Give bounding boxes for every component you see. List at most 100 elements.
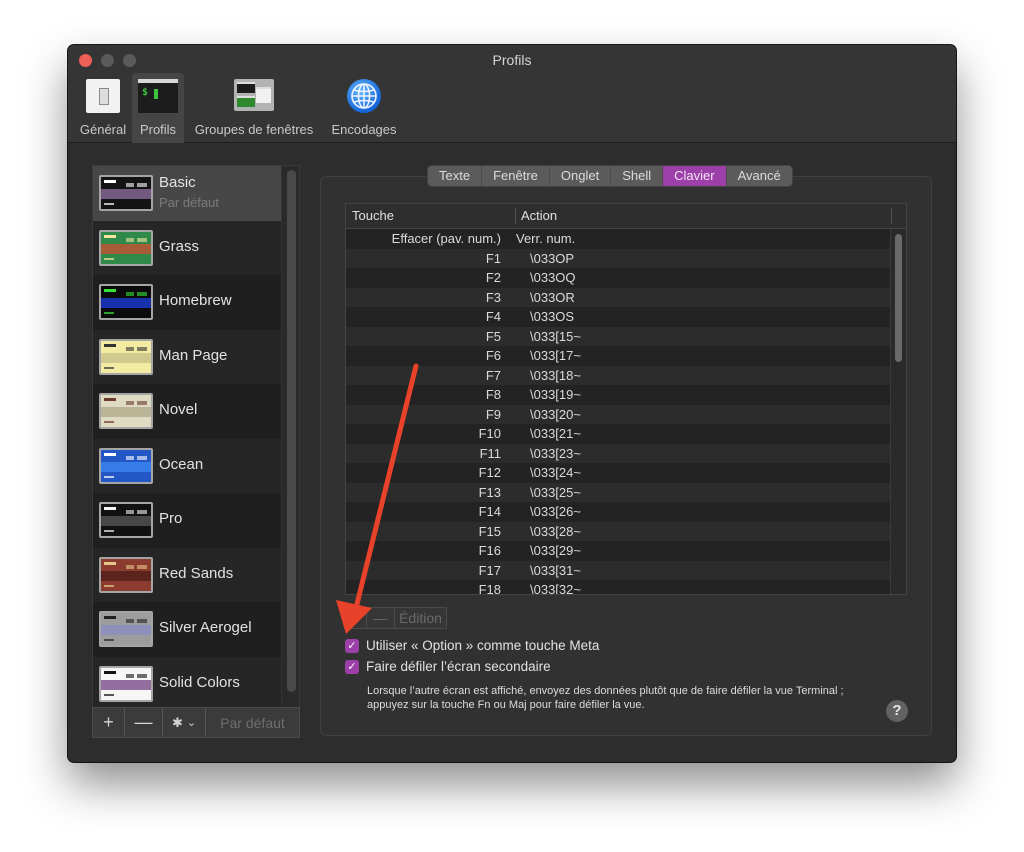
tab-clavier[interactable]: Clavier (663, 166, 727, 186)
table-header: Touche Action (346, 204, 906, 229)
scroll-alternate-row[interactable]: ✓ Faire défiler l’écran secondaire (345, 659, 551, 674)
table-row[interactable]: F9 \033[20~ (346, 404, 890, 424)
key-cell: F6 (485, 348, 501, 363)
help-button[interactable]: ? (886, 700, 908, 722)
table-row[interactable]: F10 \033[21~ (346, 424, 890, 444)
tab-shell[interactable]: Shell (611, 166, 664, 186)
table-row[interactable]: F15 \033[28~ (346, 521, 890, 541)
table-row[interactable]: Effacer (pav. num.) Verr. num. (346, 229, 890, 249)
table-row[interactable]: F11 \033[23~ (346, 443, 890, 463)
key-mapping-table[interactable]: Touche Action Effacer (pav. num.) Verr. n… (345, 203, 907, 595)
profile-name: Red Sands (159, 564, 234, 582)
profile-name: Basic (159, 174, 196, 191)
option-as-meta-checkbox[interactable]: ✓ (345, 638, 359, 653)
table-row[interactable]: F6 \033[17~ (346, 346, 890, 366)
profile-item[interactable]: Grass (93, 220, 281, 275)
tab-fenetre[interactable]: Fenêtre (482, 166, 550, 186)
profile-item[interactable]: Solid Colors (93, 656, 281, 711)
key-cell: F4 (485, 309, 501, 324)
table-row[interactable]: F17 \033[31~ (346, 560, 890, 580)
profile-default-label: Par défaut (159, 195, 219, 210)
key-cell: F10 (478, 426, 501, 441)
tab-texte[interactable]: Texte (428, 166, 483, 186)
table-row[interactable]: F1 \033OP (346, 248, 890, 268)
table-row[interactable]: F12 \033[24~ (346, 463, 890, 483)
table-row[interactable]: F14 \033[26~ (346, 502, 890, 522)
table-row[interactable]: F16 \033[29~ (346, 541, 890, 561)
profile-item[interactable]: Ocean (93, 438, 281, 493)
table-row[interactable]: F18 \033[32~ (346, 580, 890, 595)
table-row[interactable]: F7 \033[18~ (346, 365, 890, 385)
toolbar-general[interactable]: Général (76, 73, 130, 143)
option-as-meta-row[interactable]: ✓ Utiliser « Option » comme touche Meta (345, 638, 599, 653)
key-cell: F9 (485, 406, 501, 422)
profile-list-scroll-track[interactable] (281, 166, 299, 714)
chevron-down-icon: ⌄ (186, 717, 197, 729)
remove-profile-button[interactable]: — (125, 708, 163, 737)
profile-item[interactable]: Novel (93, 384, 281, 439)
key-cell: F7 (485, 367, 501, 383)
scroll-alternate-checkbox[interactable]: ✓ (345, 659, 359, 674)
profile-item[interactable]: Homebrew (93, 275, 281, 330)
toolbar-encodings[interactable]: Encodages (327, 73, 401, 143)
key-cell: F13 (478, 484, 501, 500)
table-row[interactable]: F3 \033OR (346, 287, 890, 307)
action-cell: \033OP (530, 250, 575, 266)
window-title: Profils (492, 52, 532, 68)
table-row[interactable]: F13 \033[25~ (346, 482, 890, 502)
profile-list[interactable]: Basic Par défaut Grass Homebrew Man Page Nove… (92, 165, 300, 715)
profile-name: Man Page (159, 346, 228, 364)
table-row[interactable]: F8 \033[19~ (346, 385, 890, 405)
profile-item[interactable]: Basic Par défaut (93, 166, 281, 221)
profile-name: Grass (159, 237, 200, 255)
gear-menu-button[interactable]: ✱ ⌄ (163, 708, 206, 737)
profile-item[interactable]: Silver Aerogel (93, 602, 281, 657)
profile-item[interactable]: Red Sands (93, 547, 281, 602)
edit-key-button[interactable]: Édition (395, 607, 447, 629)
key-cell: F1 (485, 250, 501, 266)
key-cell: F14 (478, 504, 501, 519)
toolbar-window-groups-label: Groupes de fenêtres (194, 122, 314, 137)
column-header-key[interactable]: Touche (352, 208, 394, 223)
add-key-button[interactable]: + (345, 607, 367, 629)
toolbar-encodings-label: Encodages (331, 122, 397, 137)
profile-name: Solid Colors (159, 673, 240, 691)
remove-key-button[interactable]: — (367, 607, 395, 629)
key-cell: F15 (478, 523, 501, 539)
option-as-meta-label[interactable]: Utiliser « Option » comme touche Meta (366, 638, 599, 653)
action-cell: \033[15~ (530, 328, 581, 344)
set-default-button[interactable]: Par défaut (206, 708, 299, 737)
key-cell: F5 (485, 328, 501, 344)
tab-onglet[interactable]: Onglet (550, 166, 612, 186)
window-groups-icon (234, 79, 274, 111)
key-cell: F16 (478, 543, 501, 558)
action-cell: \033[25~ (530, 484, 581, 500)
profile-thumbnail (99, 447, 153, 484)
add-profile-button[interactable]: + (93, 708, 125, 737)
action-cell: \033[26~ (530, 504, 581, 519)
checkmark-icon: ✓ (347, 639, 357, 652)
action-cell: \033[17~ (530, 348, 581, 363)
profile-thumbnail (99, 393, 153, 430)
key-cell: F18 (478, 582, 501, 595)
profile-thumbnail (99, 284, 153, 321)
toolbar-profils[interactable]: $ Profils (132, 73, 184, 143)
table-row[interactable]: F4 \033OS (346, 307, 890, 327)
scroll-alternate-label[interactable]: Faire défiler l’écran secondaire (366, 659, 551, 674)
action-cell: \033[23~ (530, 445, 581, 461)
toolbar-profils-label: Profils (139, 122, 177, 137)
toolbar-window-groups[interactable]: Groupes de fenêtres (187, 73, 321, 143)
profile-list-scrollbar[interactable] (287, 170, 296, 692)
table-row[interactable]: F5 \033[15~ (346, 326, 890, 346)
action-cell: \033[21~ (530, 426, 581, 441)
table-row[interactable]: F2 \033OQ (346, 268, 890, 288)
key-cell: F11 (479, 445, 501, 461)
tab-avance[interactable]: Avancé (727, 166, 792, 186)
table-scrollbar[interactable] (895, 234, 902, 362)
column-header-action[interactable]: Action (521, 208, 557, 223)
profile-item[interactable]: Man Page (93, 329, 281, 384)
preferences-window: Profils Général $ Profils Groupes de fen… (68, 45, 956, 762)
profile-item[interactable]: Pro (93, 493, 281, 548)
action-cell: \033[20~ (530, 406, 581, 422)
key-cell: F17 (478, 562, 501, 578)
